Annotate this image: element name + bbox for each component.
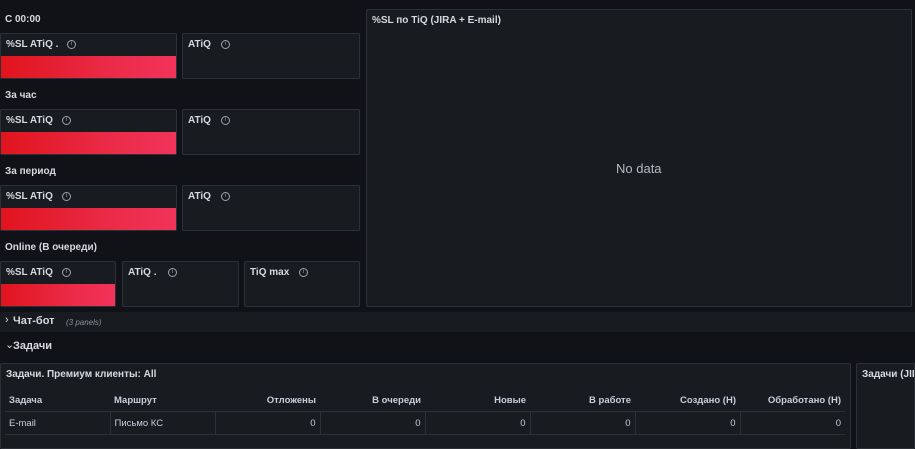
panel-title: %SL ATiQ xyxy=(6,267,53,278)
panel-title: %SL ATiQ xyxy=(6,115,53,126)
table-cell: 0 xyxy=(215,411,321,435)
panel-atiq[interactable]: ATiQ . i xyxy=(122,261,239,307)
table-cell: 0 xyxy=(425,411,531,435)
row-tasks[interactable]: ⌄ Задачи xyxy=(0,337,915,357)
panel-tasks-jira[interactable]: Задачи (JIR xyxy=(856,363,915,449)
table-cell: E-mail xyxy=(5,411,111,435)
info-icon[interactable]: i xyxy=(299,268,308,277)
panel-title: ATiQ . xyxy=(128,267,157,278)
gauge-bar xyxy=(1,56,176,78)
gauge-bar xyxy=(1,132,176,154)
group-title-since-midnight: С 00:00 xyxy=(5,14,41,25)
no-data-text: No data xyxy=(616,161,662,176)
panel-sl-atiq[interactable]: %SL ATiQ i xyxy=(0,261,116,307)
row-panel-count: (3 panels) xyxy=(66,318,102,327)
info-icon[interactable]: i xyxy=(221,40,230,49)
panel-title: Задачи (JIR xyxy=(862,369,915,380)
info-icon[interactable]: i xyxy=(67,40,76,49)
row-label: Чат-бот xyxy=(13,315,55,327)
column-header[interactable]: Новые xyxy=(425,389,530,412)
column-header[interactable]: В очереди xyxy=(320,389,425,412)
panel-title: Задачи. Премиум клиенты: All xyxy=(6,369,157,380)
info-icon[interactable]: i xyxy=(62,268,71,277)
group-title-online: Online (В очереди) xyxy=(5,242,97,253)
row-label: Задачи xyxy=(13,340,52,352)
panel-sl-atiq[interactable]: %SL ATiQ . i xyxy=(0,33,177,79)
column-header[interactable]: Обработано (Н) xyxy=(740,389,845,412)
table-cell: 0 xyxy=(740,411,845,435)
table-header-row: Задача Маршрут Отложены В очереди Новые … xyxy=(5,389,845,412)
info-icon[interactable]: i xyxy=(62,116,71,125)
table-cell: Письмо КС xyxy=(110,411,216,435)
chevron-right-icon[interactable]: › xyxy=(5,314,9,326)
panel-sl-tiq-chart[interactable]: %SL по TiQ (JIRA + E-mail) No data xyxy=(366,9,912,307)
panel-atiq[interactable]: ATiQ i xyxy=(182,185,360,231)
gauge-bar xyxy=(1,284,115,306)
panel-sl-atiq[interactable]: %SL ATiQ i xyxy=(0,109,177,155)
tasks-table: Задача Маршрут Отложены В очереди Новые … xyxy=(5,389,845,435)
panel-title: %SL ATiQ . xyxy=(6,39,59,50)
panel-title: TiQ max xyxy=(250,267,290,278)
table-cell: 0 xyxy=(530,411,636,435)
column-header[interactable]: Маршрут xyxy=(110,389,215,412)
gauge-bar xyxy=(1,208,176,230)
panel-title: %SL ATiQ xyxy=(6,191,53,202)
table-cell: 0 xyxy=(320,411,426,435)
row-chatbot[interactable]: › Чат-бот (3 panels) xyxy=(0,312,915,332)
table-cell: 0 xyxy=(635,411,741,435)
panel-title: %SL по TiQ (JIRA + E-mail) xyxy=(372,15,501,26)
info-icon[interactable]: i xyxy=(221,116,230,125)
group-title-hour: За час xyxy=(5,90,37,101)
panel-tiq-max[interactable]: TiQ max i xyxy=(244,261,360,307)
info-icon[interactable]: i xyxy=(221,192,230,201)
panel-atiq[interactable]: ATiQ i xyxy=(182,33,360,79)
table-row[interactable]: E-mail Письмо КС 0 0 0 0 0 0 xyxy=(5,411,845,435)
panel-title: ATiQ xyxy=(188,191,211,202)
panel-title: ATiQ xyxy=(188,39,211,50)
panel-atiq[interactable]: ATiQ i xyxy=(182,109,360,155)
panel-tasks-table[interactable]: Задачи. Премиум клиенты: All Задача Марш… xyxy=(0,363,851,449)
group-title-period: За период xyxy=(5,166,56,177)
column-header[interactable]: Отложены xyxy=(215,389,320,412)
column-header[interactable]: Задача xyxy=(5,389,110,412)
info-icon[interactable]: i xyxy=(62,192,71,201)
column-header[interactable]: Создано (Н) xyxy=(635,389,740,412)
info-icon[interactable]: i xyxy=(168,268,177,277)
column-header[interactable]: В работе xyxy=(530,389,635,412)
panel-title: ATiQ xyxy=(188,115,211,126)
panel-sl-atiq[interactable]: %SL ATiQ i xyxy=(0,185,177,231)
